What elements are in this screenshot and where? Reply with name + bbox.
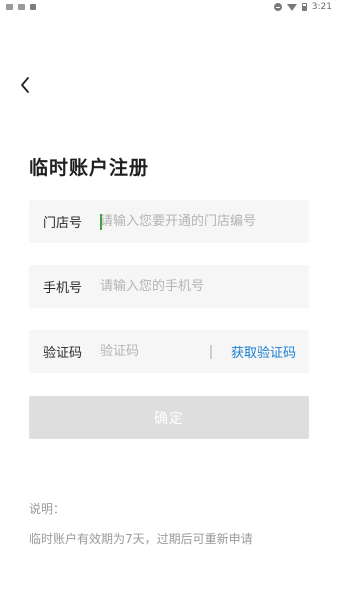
note-title: 说明： <box>29 502 66 516</box>
battery-icon <box>301 3 307 11</box>
store-number-input[interactable] <box>100 214 309 229</box>
get-code-button[interactable]: 获取验证码 <box>231 342 296 361</box>
phone-label: 手机号 <box>43 281 83 296</box>
do-not-disturb-icon <box>273 3 282 11</box>
phone-field: 手机号 <box>29 265 309 308</box>
text-cursor <box>100 214 102 230</box>
chevron-left-icon <box>21 77 29 93</box>
status-bar: 3:21 <box>0 0 338 14</box>
back-button[interactable] <box>14 74 36 96</box>
verification-code-label: 验证码 <box>43 346 83 361</box>
verification-code-field: 验证码 获取验证码 <box>29 330 309 373</box>
page-title: 临时账户注册 <box>29 157 150 179</box>
image-icon <box>18 4 25 10</box>
note-text: 临时账户有效期为7天，过期后可重新申请 <box>29 532 253 546</box>
store-number-label: 门店号 <box>43 216 83 231</box>
image-icon <box>6 4 13 10</box>
verification-code-input[interactable] <box>100 344 210 359</box>
status-bar-left <box>6 4 36 10</box>
divider <box>210 344 212 359</box>
status-time: 3:21 <box>311 2 332 12</box>
wifi-icon <box>286 3 297 11</box>
phone-input[interactable] <box>100 279 309 294</box>
store-number-field: 门店号 <box>29 200 309 243</box>
confirm-button[interactable]: 确定 <box>29 396 309 439</box>
status-bar-right: 3:21 <box>273 2 332 12</box>
app-a-icon <box>30 4 36 10</box>
